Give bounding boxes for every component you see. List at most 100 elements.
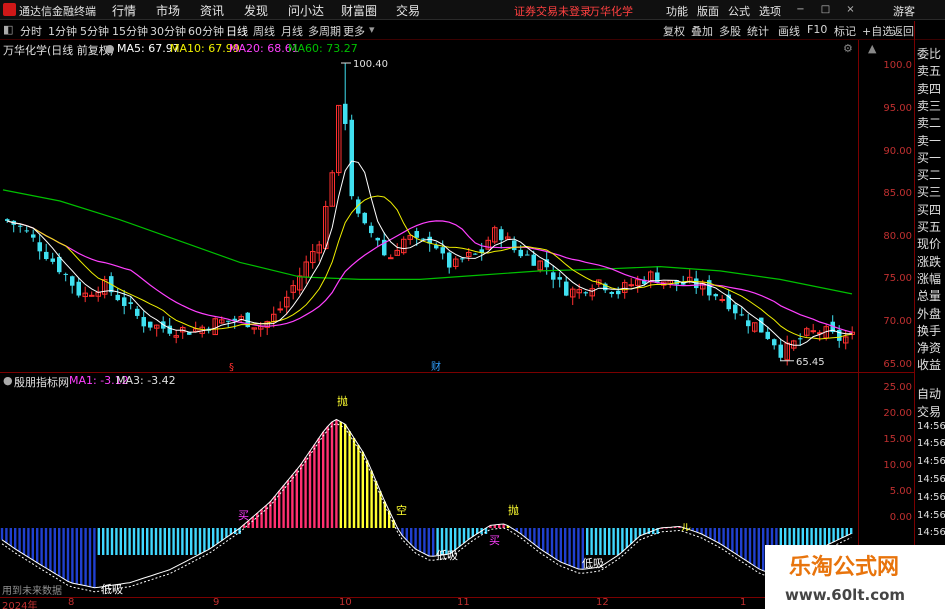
- candle-body[interactable]: [50, 258, 56, 262]
- candle-body[interactable]: [551, 272, 556, 280]
- menu-item-news[interactable]: 资讯: [200, 2, 224, 19]
- btn-overlay[interactable]: 叠加: [691, 23, 713, 39]
- period-1min[interactable]: 1分钟: [48, 23, 77, 39]
- candle-body[interactable]: [447, 252, 452, 268]
- candle-body[interactable]: [739, 314, 745, 316]
- candle-body[interactable]: [628, 284, 634, 287]
- sidebar-item[interactable]: 买四: [917, 201, 941, 218]
- period-multi[interactable]: 多周期: [308, 23, 341, 39]
- candle-body[interactable]: [187, 332, 192, 335]
- period-more[interactable]: 更多: [343, 23, 365, 39]
- candle-body[interactable]: [719, 299, 725, 302]
- btn-add-watchlist[interactable]: +自选: [862, 23, 893, 39]
- menu-item-wealth[interactable]: 财富圈: [341, 2, 377, 19]
- menu-item-ask[interactable]: 问小达: [288, 2, 324, 19]
- sidebar-item[interactable]: 卖三: [917, 97, 941, 114]
- candle-body[interactable]: [765, 331, 771, 339]
- guest-user[interactable]: 游客: [893, 3, 915, 19]
- candle-body[interactable]: [76, 281, 82, 296]
- candle-body[interactable]: [609, 291, 615, 294]
- toggle-panel-icon[interactable]: ◧: [3, 23, 13, 36]
- candle-body[interactable]: [655, 272, 660, 283]
- candle-body[interactable]: [434, 245, 439, 249]
- menu-item-discover[interactable]: 发现: [244, 2, 268, 19]
- candle-body[interactable]: [37, 242, 43, 252]
- period-60min[interactable]: 60分钟: [188, 23, 224, 39]
- period-daily[interactable]: 日线: [226, 23, 248, 39]
- candle-body[interactable]: [557, 277, 563, 280]
- candle-body[interactable]: [44, 251, 49, 260]
- btn-f10[interactable]: F10: [807, 23, 827, 36]
- candle-body[interactable]: [5, 219, 10, 221]
- indicator-settings-icon[interactable]: ●: [3, 374, 13, 387]
- sidebar-item[interactable]: 14:56: [917, 421, 945, 432]
- sidebar-item[interactable]: 净资: [917, 339, 941, 356]
- candle-body[interactable]: [128, 302, 134, 304]
- candle-body[interactable]: [57, 256, 62, 273]
- candle-body[interactable]: [713, 294, 719, 297]
- sidebar-item[interactable]: 买二: [917, 166, 941, 183]
- candle-body[interactable]: [70, 276, 75, 286]
- sidebar-item[interactable]: 卖四: [917, 80, 941, 97]
- sidebar-item[interactable]: 换手: [917, 322, 941, 339]
- candle-body[interactable]: [375, 237, 381, 241]
- sidebar-item[interactable]: 现价: [917, 235, 941, 252]
- candle-body[interactable]: [89, 294, 95, 297]
- btn-mark[interactable]: 标记: [834, 23, 856, 39]
- sidebar-item[interactable]: 委比: [917, 45, 941, 62]
- candle-body[interactable]: [810, 330, 816, 333]
- quote-sidebar[interactable]: 委比 卖五 卖四 卖三 卖二 卖一 买一 买二 买三 买四 买五 现价 涨跌 涨幅 总量 外盘 换手 净资 收益 自动…: [914, 40, 945, 609]
- candle-body[interactable]: [18, 225, 23, 227]
- candle-body[interactable]: [772, 339, 777, 346]
- maximize-icon[interactable]: □: [820, 4, 831, 15]
- candle-body[interactable]: [564, 281, 569, 296]
- candle-body[interactable]: [414, 231, 420, 238]
- sidebar-item[interactable]: 买三: [917, 183, 941, 200]
- candle-body[interactable]: [226, 320, 231, 322]
- btn-adjust[interactable]: 复权: [663, 23, 685, 39]
- sidebar-item[interactable]: 14:56: [917, 438, 945, 449]
- period-30min[interactable]: 30分钟: [150, 23, 186, 39]
- sidebar-item[interactable]: 外盘: [917, 305, 941, 322]
- candle-body[interactable]: [122, 297, 127, 306]
- candle-body[interactable]: [746, 320, 751, 327]
- candle-body[interactable]: [349, 119, 355, 197]
- menu-function[interactable]: 功能: [666, 3, 688, 19]
- candle-body[interactable]: [525, 254, 530, 256]
- sidebar-item[interactable]: 14:56: [917, 510, 945, 521]
- candle-body[interactable]: [473, 253, 478, 255]
- period-intraday[interactable]: 分时: [20, 23, 42, 39]
- sidebar-item[interactable]: 收益: [917, 356, 941, 373]
- menu-item-market[interactable]: 市场: [156, 2, 180, 19]
- menu-item-quotes[interactable]: 行情: [112, 2, 136, 19]
- candle-body[interactable]: [277, 308, 283, 311]
- price-chart[interactable]: 100.40 65.45 § 财: [0, 40, 858, 372]
- candle-body[interactable]: [388, 257, 394, 260]
- candle-body[interactable]: [798, 338, 803, 340]
- sidebar-item[interactable]: 14:56: [917, 492, 945, 503]
- period-5min[interactable]: 5分钟: [80, 23, 109, 39]
- login-warning[interactable]: 证券交易未登录: [514, 3, 591, 19]
- candle-body[interactable]: [369, 225, 374, 234]
- candle-body[interactable]: [583, 292, 589, 294]
- candle-body[interactable]: [167, 325, 173, 334]
- sidebar-item[interactable]: 买五: [917, 218, 941, 235]
- sidebar-item[interactable]: 涨幅: [917, 270, 941, 287]
- sidebar-item[interactable]: 交易: [917, 403, 941, 420]
- candle-body[interactable]: [733, 304, 738, 314]
- period-weekly[interactable]: 周线: [253, 23, 275, 39]
- dropdown-arrow-icon[interactable]: ▾: [369, 23, 375, 36]
- candle-body[interactable]: [362, 212, 368, 224]
- candle-body[interactable]: [141, 317, 147, 327]
- btn-back[interactable]: 返回: [892, 23, 914, 39]
- btn-multi-stock[interactable]: 多股: [719, 23, 741, 39]
- sidebar-item[interactable]: 14:56: [917, 474, 945, 485]
- candle-body[interactable]: [24, 230, 30, 232]
- menu-layout[interactable]: 版面: [697, 3, 719, 19]
- candle-body[interactable]: [135, 308, 140, 316]
- candle-body[interactable]: [460, 258, 465, 260]
- candle-body[interactable]: [421, 238, 426, 240]
- candle-body[interactable]: [512, 240, 517, 251]
- event-mark-finance[interactable]: 财: [431, 360, 441, 372]
- candle-body[interactable]: [518, 249, 524, 257]
